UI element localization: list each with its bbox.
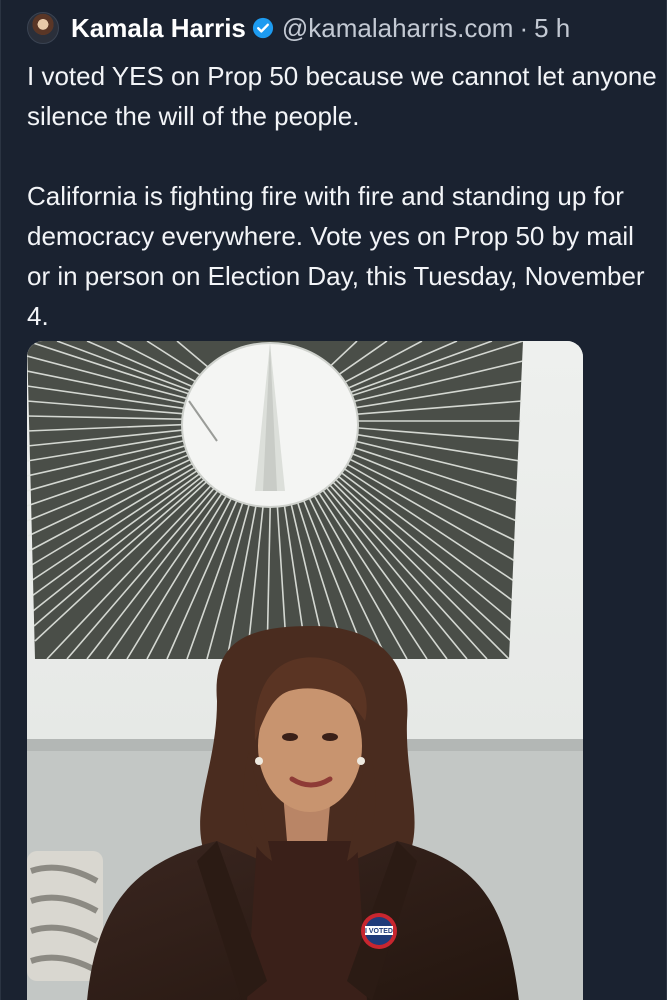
header-separator: ·: [519, 12, 529, 43]
verified-badge-icon: [252, 17, 273, 39]
post-text: I voted YES on Prop 50 because we cannot…: [27, 56, 657, 336]
post-header: Kamala Harris @kamalaharris.com · 5 h: [27, 8, 660, 48]
post-card[interactable]: Kamala Harris @kamalaharris.com · 5 h I …: [0, 0, 667, 1000]
author-handle[interactable]: @kamalaharris.com: [282, 13, 514, 44]
author-avatar[interactable]: [27, 12, 59, 44]
post-paragraph-2: California is fighting fire with fire an…: [27, 181, 645, 331]
sticker-text: I VOTED: [365, 928, 393, 935]
post-image[interactable]: I VOTED: [27, 341, 583, 1000]
sunburst-mirror: [27, 341, 524, 660]
author-display-name[interactable]: Kamala Harris: [71, 13, 246, 44]
post-paragraph-1: I voted YES on Prop 50 because we cannot…: [27, 61, 657, 131]
pillow: [27, 851, 103, 981]
i-voted-sticker: I VOTED: [361, 913, 397, 949]
video-still-illustration: I VOTED: [27, 341, 583, 1000]
post-timestamp[interactable]: 5 h: [534, 13, 570, 44]
